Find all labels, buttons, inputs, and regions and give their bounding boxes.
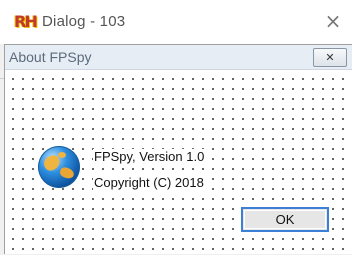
version-label: FPSpy, Version 1.0 xyxy=(93,149,206,164)
ok-button[interactable]: OK xyxy=(241,207,329,232)
app-logo: RH xyxy=(14,12,38,31)
dialog-titlebar: About FPSpy ✕ xyxy=(5,45,352,70)
focus-rect xyxy=(244,210,326,229)
globe-icon xyxy=(38,146,80,188)
window-close-button[interactable]: × xyxy=(320,8,346,34)
dialog-title: About FPSpy xyxy=(9,49,92,65)
window-title: Dialog - 103 xyxy=(42,13,126,30)
copyright-label: Copyright (C) 2018 xyxy=(93,175,205,190)
window-titlebar: RH Dialog - 103 × xyxy=(0,0,352,44)
dialog-close-button[interactable]: ✕ xyxy=(313,48,347,67)
